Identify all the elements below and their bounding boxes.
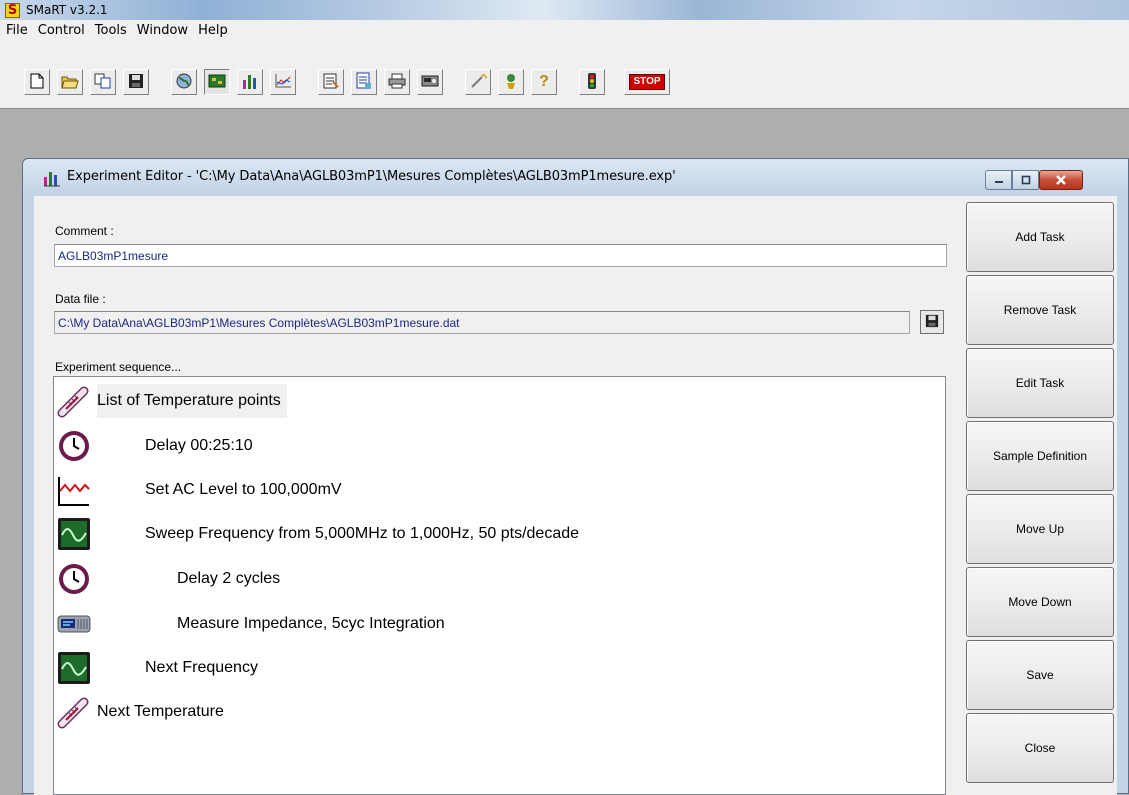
menu-file[interactable]: File (2, 23, 34, 38)
maximize-button[interactable] (1012, 170, 1039, 190)
thermometer-icon (57, 384, 91, 418)
menu-bar: File Control Tools Window Help (0, 20, 1129, 41)
report-button[interactable] (351, 69, 377, 95)
experiment-sequence-list[interactable]: List of Temperature points Delay 00:25:1… (53, 376, 946, 795)
maximize-icon (1013, 171, 1038, 189)
new-file-button[interactable] (24, 69, 50, 95)
chart-bars-icon (241, 72, 259, 92)
report-icon (355, 72, 373, 92)
editor-title: Experiment Editor - 'C:\My Data\Ana\AGLB… (67, 169, 676, 184)
datafile-label: Data file : (55, 292, 106, 306)
menu-help[interactable]: Help (194, 23, 234, 38)
sequence-item-label: Delay 2 cycles (177, 570, 281, 587)
help-icon: ? (539, 73, 549, 90)
sequence-item-temperature-list[interactable]: List of Temperature points (57, 381, 287, 421)
globe-icon (175, 72, 193, 92)
sequence-item-label: List of Temperature points (97, 384, 287, 418)
chart-bars-icon (43, 169, 61, 187)
board-icon (208, 73, 226, 91)
device-icon (421, 73, 439, 91)
experiment-editor-window: Experiment Editor - 'C:\My Data\Ana\AGLB… (22, 158, 1129, 795)
clock-icon (57, 429, 91, 463)
graph-icon (274, 73, 292, 91)
sequence-item-label: Delay 00:25:10 (145, 437, 253, 454)
save-icon (925, 314, 939, 331)
app-logo: S (5, 2, 20, 18)
sequence-item-label: Set AC Level to 100,000mV (145, 481, 342, 498)
menu-control[interactable]: Control (34, 23, 91, 38)
sequence-item-delay-cycles[interactable]: Delay 2 cycles (57, 559, 280, 599)
sequence-item-set-ac-level[interactable]: Set AC Level to 100,000mV (57, 470, 342, 510)
edit-task-button[interactable]: Edit Task (966, 348, 1114, 418)
stop-label: STOP (629, 74, 665, 90)
add-task-button[interactable]: Add Task (966, 202, 1114, 272)
person-icon (503, 72, 519, 92)
remove-task-button[interactable]: Remove Task (966, 275, 1114, 345)
sequence-item-next-frequency[interactable]: Next Frequency (57, 648, 258, 688)
sequence-item-label: Sweep Frequency from 5,000MHz to 1,000Hz… (145, 525, 580, 542)
sequence-item-measure-impedance[interactable]: Measure Impedance, 5cyc Integration (57, 604, 445, 644)
impedance-meter-icon (57, 607, 91, 641)
copy-button[interactable] (90, 69, 116, 95)
sample-definition-button[interactable]: Sample Definition (966, 421, 1114, 491)
wand-icon (469, 72, 489, 91)
graph-button[interactable] (270, 69, 296, 95)
comment-input[interactable]: AGLB03mP1mesure (54, 244, 947, 267)
save-experiment-button[interactable]: Save (966, 640, 1114, 710)
close-icon (1040, 171, 1082, 189)
print-icon (388, 73, 406, 91)
help-button[interactable]: ? (531, 69, 557, 95)
traffic-light-button[interactable] (579, 69, 605, 95)
datafile-input[interactable]: C:\My Data\Ana\AGLB03mP1\Mesures Complèt… (54, 311, 910, 334)
minimize-icon (986, 171, 1011, 189)
minimize-button[interactable] (985, 170, 1012, 190)
properties-icon (322, 72, 340, 92)
editor-client-area: Comment : AGLB03mP1mesure Data file : C:… (34, 196, 1117, 795)
save-icon (128, 73, 144, 91)
menu-window[interactable]: Window (133, 23, 194, 38)
ac-wave-icon (57, 473, 91, 507)
sequence-item-delay[interactable]: Delay 00:25:10 (57, 426, 253, 466)
sequence-item-label: Next Frequency (145, 659, 258, 676)
print-button[interactable] (384, 69, 410, 95)
person-button[interactable] (498, 69, 524, 95)
clock-icon (57, 562, 91, 596)
properties-button[interactable] (318, 69, 344, 95)
thermometer-icon (57, 695, 91, 729)
open-button[interactable] (57, 69, 83, 95)
new-file-icon (30, 73, 44, 91)
oscilloscope-icon (57, 651, 91, 685)
sequence-item-label: Next Temperature (97, 703, 224, 720)
stop-button[interactable]: STOP (624, 69, 670, 95)
move-up-button[interactable]: Move Up (966, 494, 1114, 564)
board-button[interactable] (204, 69, 230, 95)
sequence-item-next-temperature[interactable]: Next Temperature (57, 692, 224, 732)
sequence-label: Experiment sequence... (55, 360, 182, 374)
toolbar: ? STOP (0, 41, 1129, 109)
oscilloscope-icon (57, 517, 91, 551)
globe-button[interactable] (171, 69, 197, 95)
close-window-button[interactable] (1039, 170, 1083, 190)
app-title: SMaRT v3.2.1 (26, 3, 108, 17)
wand-button[interactable] (465, 69, 491, 95)
menu-tools[interactable]: Tools (91, 23, 133, 38)
open-folder-icon (61, 74, 79, 91)
copy-icon (94, 73, 112, 91)
sequence-item-label: Measure Impedance, 5cyc Integration (177, 615, 445, 632)
close-button[interactable]: Close (966, 713, 1114, 783)
sequence-item-sweep-frequency[interactable]: Sweep Frequency from 5,000MHz to 1,000Hz… (57, 514, 579, 554)
editor-title-bar: Experiment Editor - 'C:\My Data\Ana\AGLB… (23, 159, 1128, 193)
device-button[interactable] (417, 69, 443, 95)
save-datafile-button[interactable] (920, 310, 944, 334)
chart-bars-button[interactable] (237, 69, 263, 95)
save-button[interactable] (123, 69, 149, 95)
comment-label: Comment : (55, 224, 114, 238)
move-down-button[interactable]: Move Down (966, 567, 1114, 637)
traffic-light-icon (586, 72, 598, 92)
app-title-bar: S SMaRT v3.2.1 (0, 0, 1129, 20)
